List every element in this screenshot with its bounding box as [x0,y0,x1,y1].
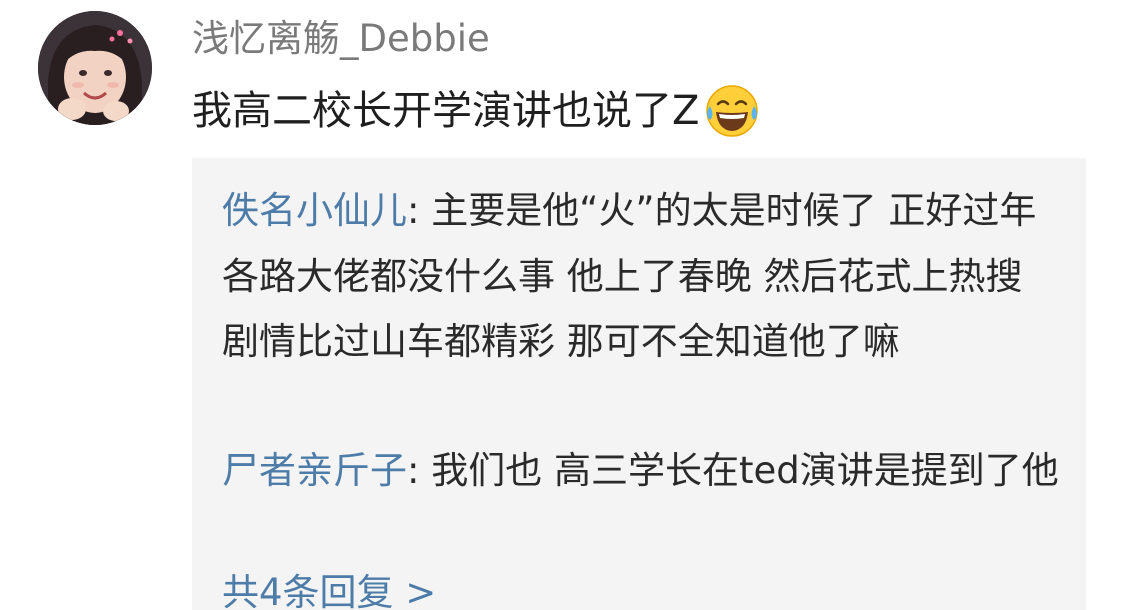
weibo-comment-card: 浅忆离觞_Debbie 我高二校长开学演讲也说了Z 佚名小仙儿: 主要是他“火”… [0,0,1122,610]
reply-separator: : [407,449,432,492]
comment-body: 我高二校长开学演讲也说了Z [192,82,761,140]
reply-separator: : [407,189,432,232]
reply-box: 佚名小仙儿: 主要是他“火”的太是时候了 正好过年 各路大佬都没什么事 他上了春… [192,158,1086,610]
comment-username[interactable]: 浅忆离觞_Debbie [192,16,490,62]
reply-author[interactable]: 佚名小仙儿 [222,189,407,232]
reply-author[interactable]: 尸者亲斤子 [222,449,407,492]
tears-of-joy-emoji-icon [703,82,761,140]
avatar-image [38,11,152,125]
reply-item: 佚名小仙儿: 主要是他“火”的太是时候了 正好过年 各路大佬都没什么事 他上了春… [222,178,1062,375]
avatar[interactable] [38,11,152,125]
more-replies-link[interactable]: 共4条回复 > [222,570,436,610]
reply-item: 尸者亲斤子: 我们也 高三学长在ted演讲是提到了他 [222,438,1062,504]
comment-text: 我高二校长开学演讲也说了Z [192,88,700,134]
reply-text: 我们也 高三学长在ted演讲是提到了他 [431,449,1059,492]
